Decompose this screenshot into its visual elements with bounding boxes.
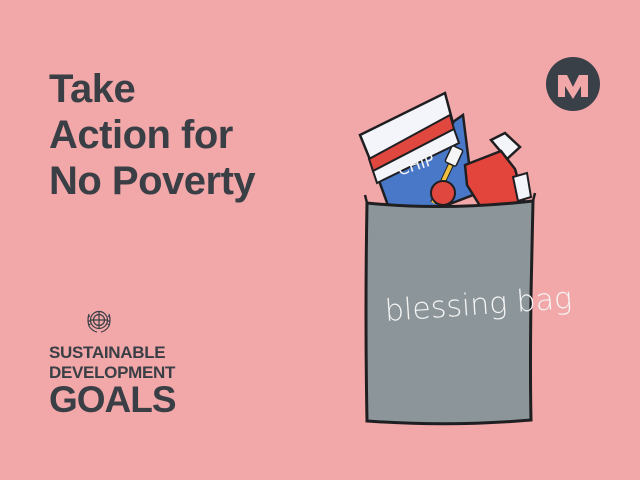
headline-line-2: Action for (49, 113, 233, 157)
m-logo-icon (546, 57, 600, 111)
headline-line-1: Take (49, 67, 136, 111)
headline: Take Action for No Poverty (49, 66, 256, 204)
headline-line-3: No Poverty (49, 159, 256, 203)
slide: Take Action for No Poverty SUSTAINABLE D… (0, 0, 640, 480)
sdg-line-3: GOALS (49, 379, 177, 420)
sdg-line-1: SUSTAINABLE (49, 343, 166, 362)
un-emblem-icon (87, 310, 111, 333)
blessing-bag-illustration (358, 91, 537, 426)
